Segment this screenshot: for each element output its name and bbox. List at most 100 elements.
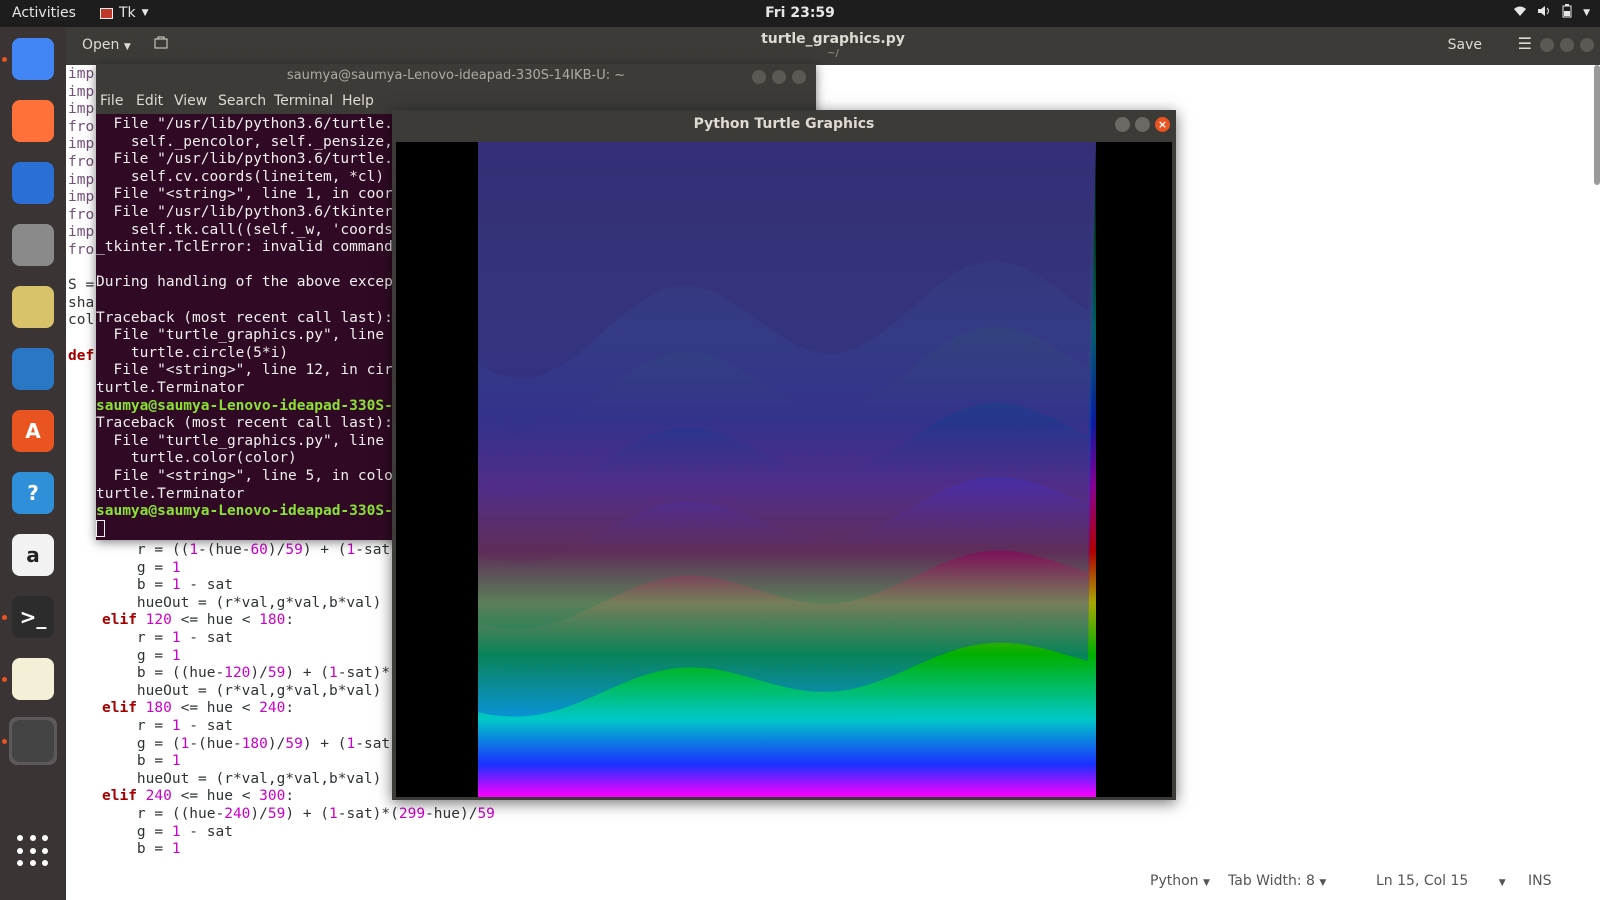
terminal-menu-file[interactable]: File — [100, 93, 123, 109]
dock-terminal[interactable]: >_ — [9, 593, 57, 641]
help-icon: ? — [12, 472, 54, 514]
minimize-icon[interactable] — [1540, 38, 1554, 52]
terminal-line: File "turtle_graphics.py", line — [96, 327, 385, 344]
cursor-position-selector[interactable]: Ln 15, Col 15 ▼ — [1376, 873, 1506, 889]
code-token: elif — [102, 788, 137, 805]
dock-chrome[interactable] — [9, 35, 57, 83]
terminal-line: self.cv.coords(lineitem, *cl) — [96, 168, 385, 185]
code-token: elif — [102, 612, 137, 629]
code-token: 120 — [145, 612, 172, 629]
tab-width-selector[interactable]: Tab Width: 8 ▼ — [1228, 873, 1326, 889]
code-token: imp — [68, 83, 95, 100]
code-token: b = — [102, 841, 172, 858]
code-token: fro — [68, 206, 95, 223]
code-token: 1 — [189, 542, 199, 558]
dock-amazon[interactable]: a — [9, 531, 57, 579]
code-token: b = — [102, 753, 172, 770]
code-line: imp — [68, 136, 94, 154]
grid-dot — [42, 835, 49, 841]
app-menu[interactable]: Tk ▼ — [100, 5, 149, 21]
chevron-down-icon: ▼ — [141, 8, 149, 18]
code-token: 240 — [259, 700, 286, 717]
system-tray[interactable]: ▼ — [1513, 4, 1590, 22]
code-token: 240 — [224, 806, 251, 822]
code-token: : — [285, 700, 295, 717]
close-icon[interactable]: × — [1155, 117, 1170, 132]
code-token: -sat — [355, 542, 391, 558]
turtle-title-bar[interactable]: Python Turtle Graphics × — [392, 110, 1176, 139]
running-indicator — [2, 677, 7, 682]
maximize-icon[interactable] — [1560, 38, 1574, 52]
terminal-menu-search[interactable]: Search — [218, 93, 266, 109]
dock-text-editor[interactable] — [9, 655, 57, 703]
terminal-menu-terminal[interactable]: Terminal — [274, 93, 333, 109]
code-token: fro — [68, 154, 95, 170]
show-applications-icon[interactable] — [17, 835, 49, 867]
code-line: fro — [68, 119, 94, 137]
scrollbar-thumb[interactable] — [1594, 65, 1600, 185]
terminal-menu-help[interactable]: Help — [342, 93, 374, 109]
files-icon — [12, 224, 54, 266]
code-line: hueOut = (r*val,g*val,b*val) — [102, 683, 381, 701]
terminal-line: File "<string>", line 5, in colo — [96, 468, 393, 484]
code-line: hueOut = (r*val,g*val,b*val) — [102, 595, 381, 613]
code-line: g = 1 - sat — [102, 824, 233, 842]
dock: A? a >_ — [0, 27, 66, 900]
code-token: ) + ( — [302, 735, 347, 752]
grid-dot — [17, 860, 23, 867]
code-token: 1 — [171, 753, 181, 770]
dock-files[interactable] — [9, 221, 57, 269]
terminal-line: File "turtle_graphics.py", line — [96, 432, 385, 449]
terminal-menu-view[interactable]: View — [174, 93, 207, 109]
grid-dot — [42, 847, 49, 854]
code-line: b = ((hue-120)/59) + (1-sat)* — [102, 665, 390, 683]
dock-tk-app[interactable] — [9, 717, 57, 765]
dock-writer[interactable] — [9, 345, 57, 393]
clock[interactable]: Fri 23:59 — [765, 5, 835, 21]
maximize-icon[interactable] — [772, 70, 786, 84]
minimize-icon[interactable] — [1115, 117, 1130, 132]
grid-dot — [17, 835, 23, 841]
close-icon[interactable] — [1580, 38, 1594, 52]
hamburger-menu-icon[interactable]: ☰ — [1518, 34, 1532, 53]
scrollbar[interactable] — [1592, 65, 1600, 862]
code-token: 240 — [145, 788, 172, 805]
insert-mode-label[interactable]: INS — [1528, 873, 1552, 889]
top-bar: Activities Tk ▼ Fri 23:59 ▼ — [0, 0, 1600, 27]
dock-software[interactable]: A — [9, 407, 57, 455]
code-line: imp — [68, 66, 94, 84]
code-token: 1 — [171, 647, 181, 664]
code-line: def — [68, 348, 94, 366]
terminal-menu-edit[interactable]: Edit — [136, 93, 163, 109]
terminal-title-bar[interactable]: saumya@saumya-Lenovo-ideapad-330S-14IKB-… — [96, 64, 816, 89]
activities-button[interactable]: Activities — [12, 5, 76, 21]
dock-rhythmbox[interactable] — [9, 283, 57, 331]
code-line: b = 1 — [102, 753, 181, 771]
save-button[interactable]: Save — [1440, 34, 1490, 56]
dock-firefox[interactable] — [9, 97, 57, 145]
dock-help[interactable]: ? — [9, 469, 57, 517]
terminal-line: File "<string>", line 1, in coor — [96, 186, 393, 203]
code-line: g = 1 — [102, 560, 181, 578]
turtle-canvas[interactable] — [396, 142, 1172, 797]
code-token: hueOut = (r*val,g*val,b*val) — [102, 682, 382, 699]
code-token: -(hue- — [198, 542, 251, 558]
chevron-down-icon: ▼ — [1498, 878, 1506, 888]
code-token: )/ — [267, 542, 286, 558]
close-icon[interactable] — [792, 70, 806, 84]
minimize-icon[interactable] — [752, 70, 766, 84]
code-token: 1 — [171, 630, 181, 646]
code-line: elif 240 <= hue < 300: — [102, 788, 294, 806]
terminal-line: turtle.Terminator — [96, 380, 245, 396]
dock-thunderbird[interactable] — [9, 159, 57, 207]
terminal-title: saumya@saumya-Lenovo-ideapad-330S-14IKB-… — [286, 68, 626, 83]
code-token: 1 — [329, 806, 338, 822]
maximize-icon[interactable] — [1135, 117, 1150, 132]
code-token: - sat — [180, 577, 233, 594]
language-selector[interactable]: Python ▼ — [1150, 873, 1210, 889]
code-token: ) + ( — [285, 806, 330, 822]
code-token: 1 — [171, 718, 181, 734]
code-line: imp — [68, 172, 94, 190]
running-indicator — [2, 739, 7, 744]
code-line: sha — [68, 295, 94, 313]
